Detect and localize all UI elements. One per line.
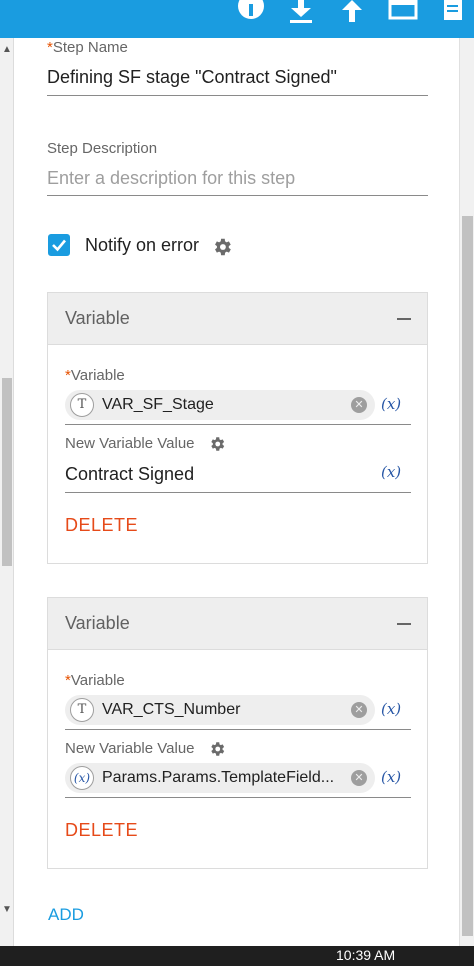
add-button[interactable]: ADD (48, 905, 84, 925)
text-type-icon: T (70, 393, 94, 417)
step-description-label: Step Description (47, 140, 158, 157)
new-value-underline (65, 492, 411, 493)
clear-icon[interactable]: ✕ (351, 702, 367, 718)
new-value-underline (65, 797, 411, 798)
delete-button[interactable]: DELETE (65, 515, 138, 536)
left-scroll-thumb[interactable] (2, 378, 12, 566)
gear-icon[interactable] (208, 435, 226, 453)
step-description-underline (47, 195, 428, 196)
scroll-up-icon[interactable]: ▲ (2, 44, 12, 55)
variable-label: *Variable (65, 672, 125, 689)
variable-chip[interactable]: T VAR_CTS_Number ✕ (65, 695, 375, 725)
variable-card: Variable *Variable T VAR_CTS_Number ✕ (x… (47, 597, 428, 869)
taskbar: 10:39 AM (0, 946, 474, 966)
variable-underline (65, 729, 411, 730)
variable-label: *Variable (65, 367, 125, 384)
document-icon[interactable] (438, 0, 468, 26)
new-value-input[interactable]: Contract Signed (65, 464, 194, 485)
right-scroll-thumb[interactable] (462, 216, 473, 936)
expression-icon: (x) (70, 766, 94, 790)
top-toolbar (0, 0, 474, 38)
value-fx-button[interactable]: (x) (381, 768, 401, 786)
clear-icon[interactable]: ✕ (351, 770, 367, 786)
variable-chip-text: VAR_CTS_Number (102, 701, 241, 718)
variable-card-header[interactable]: Variable (48, 293, 427, 345)
variable-fx-button[interactable]: (x) (381, 395, 401, 413)
variable-card-title: Variable (65, 308, 130, 328)
variable-fx-button[interactable]: (x) (381, 700, 401, 718)
delete-button[interactable]: DELETE (65, 820, 138, 841)
variable-chip[interactable]: T VAR_SF_Stage ✕ (65, 390, 375, 420)
variable-underline (65, 424, 411, 425)
clock[interactable]: 10:39 AM (336, 947, 395, 963)
value-fx-button[interactable]: (x) (381, 463, 401, 481)
gear-icon[interactable] (208, 740, 226, 758)
step-name-input[interactable]: Defining SF stage "Contract Signed" (47, 67, 337, 88)
check-icon (52, 239, 66, 252)
value-expression-chip[interactable]: (x) Params.Params.TemplateField... ✕ (65, 763, 375, 793)
notify-label: Notify on error (85, 235, 200, 255)
variable-chip-text: VAR_SF_Stage (102, 396, 214, 413)
new-value-label: New Variable Value (65, 435, 195, 452)
step-name-label: *Step Name (47, 39, 128, 56)
step-description-input[interactable]: Enter a description for this step (47, 168, 295, 189)
variable-card: Variable *Variable T VAR_SF_Stage ✕ (x) … (47, 292, 428, 564)
clear-icon[interactable]: ✕ (351, 397, 367, 413)
collapse-icon[interactable] (397, 318, 411, 320)
info-icon[interactable] (236, 0, 266, 26)
upload-icon[interactable] (337, 0, 367, 26)
window-icon[interactable] (388, 0, 418, 26)
variable-card-header[interactable]: Variable (48, 598, 427, 650)
collapse-icon[interactable] (397, 623, 411, 625)
right-scrollbar[interactable] (459, 38, 474, 946)
variable-card-title: Variable (65, 613, 130, 633)
gear-icon[interactable] (211, 236, 233, 258)
value-expression-text: Params.Params.TemplateField... (102, 769, 335, 786)
notify-checkbox[interactable] (48, 234, 70, 256)
scroll-down-icon[interactable]: ▼ (2, 904, 12, 915)
left-scrollbar[interactable]: ▲ ▼ (0, 38, 14, 946)
new-value-label: New Variable Value (65, 740, 195, 757)
download-icon[interactable] (286, 0, 316, 26)
text-type-icon: T (70, 698, 94, 722)
step-name-underline (47, 95, 428, 96)
